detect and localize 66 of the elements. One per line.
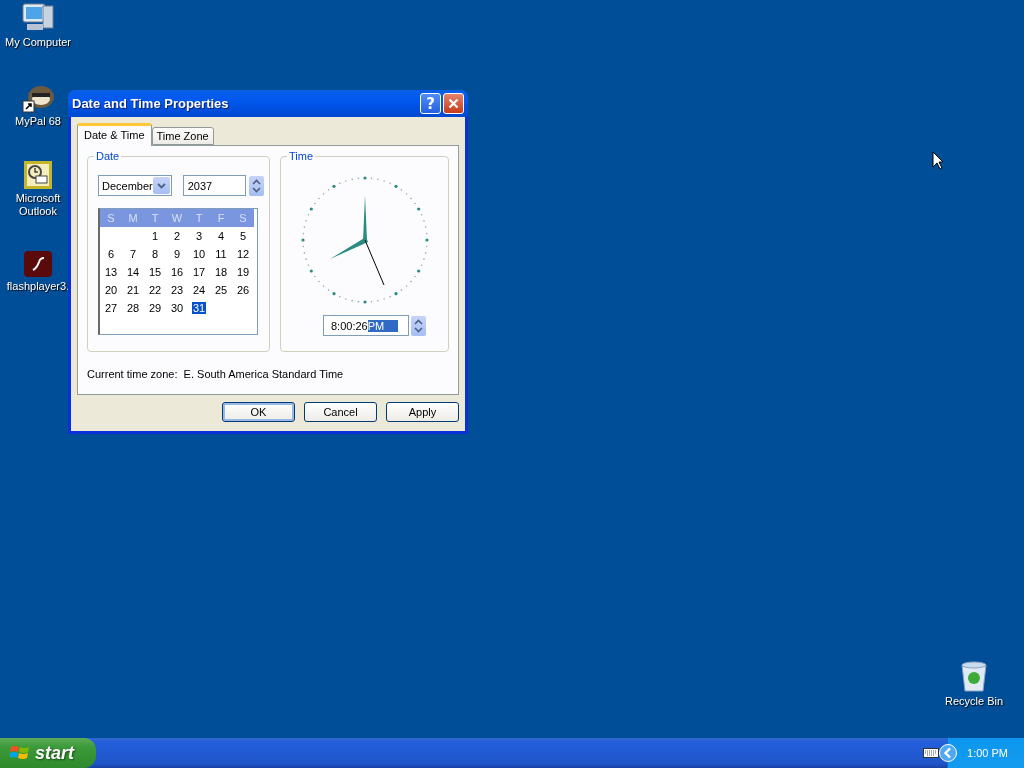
help-button[interactable]: ? <box>420 93 441 114</box>
outlook-icon <box>23 160 53 190</box>
calendar-day[interactable]: 4 <box>216 230 226 242</box>
calendar-day[interactable]: 14 <box>125 266 141 278</box>
time-zone-text: Current time zone: E. South America Standard Time <box>87 368 344 380</box>
weekday-header: W <box>166 209 188 227</box>
calendar-day[interactable]: 29 <box>147 302 163 314</box>
close-icon <box>448 98 459 109</box>
desktop-icon-label[interactable]: My Computer <box>0 36 76 49</box>
calendar-day[interactable]: 21 <box>125 284 141 296</box>
desktop-icon-label[interactable]: Recycle Bin <box>936 695 1012 708</box>
caret-icon <box>156 182 166 189</box>
spin-arrows-icon[interactable] <box>251 178 261 193</box>
calendar-day[interactable]: 16 <box>169 266 185 278</box>
year-field[interactable]: 2037 <box>182 175 246 196</box>
mouse-cursor-icon <box>932 151 944 170</box>
calendar-day[interactable]: 3 <box>194 230 204 242</box>
weekday-header: T <box>144 209 166 227</box>
calendar-day[interactable]: 9 <box>172 248 182 260</box>
weekday-header: M <box>122 209 144 227</box>
calendar-day[interactable]: 19 <box>235 266 251 278</box>
calendar-day[interactable]: 28 <box>125 302 141 314</box>
start-button[interactable]: start <box>0 738 96 768</box>
keyboard-icon[interactable] <box>923 748 940 758</box>
tab[interactable]: Date & Time <box>77 123 152 146</box>
group-title: Time <box>287 150 316 162</box>
tab[interactable]: Time Zone <box>151 127 214 145</box>
calendar-day[interactable]: 7 <box>128 248 138 260</box>
window-title: Date and Time Properties <box>72 96 230 111</box>
calendar-day[interactable]: 15 <box>147 266 163 278</box>
calendar-day[interactable]: 26 <box>235 284 251 296</box>
weekday-header: F <box>210 209 232 227</box>
calendar-day[interactable]: 30 <box>169 302 185 314</box>
weekday-header: S <box>100 209 122 227</box>
calendar-day[interactable]: 11 <box>214 248 228 260</box>
weekday-header: S <box>232 209 254 227</box>
calendar-day[interactable]: 18 <box>213 266 229 278</box>
chevron-icon[interactable] <box>939 744 958 762</box>
calendar-day[interactable]: 8 <box>150 248 160 260</box>
calendar-day[interactable]: 1 <box>150 230 160 242</box>
spin-arrows-icon[interactable] <box>414 318 423 333</box>
calendar-day[interactable]: 2 <box>172 230 182 242</box>
weekday-header: T <box>188 209 210 227</box>
calendar-day[interactable]: 25 <box>213 284 229 296</box>
calendar-day[interactable]: 10 <box>191 248 207 260</box>
calendar-day[interactable]: 23 <box>169 284 185 296</box>
dialog-button[interactable]: OK <box>222 402 295 422</box>
time-field[interactable]: 8:00:26PM <box>323 315 409 336</box>
group-title: Date <box>94 150 122 162</box>
calendar-day[interactable]: 27 <box>103 302 119 314</box>
recycle-bin-icon <box>959 661 989 693</box>
calendar-day[interactable]: 13 <box>103 266 119 278</box>
dialog-button[interactable]: Apply <box>386 402 459 422</box>
month-dropdown[interactable]: December <box>98 175 172 196</box>
calendar-day[interactable]: 12 <box>235 248 251 260</box>
windows-flag-icon <box>10 744 30 762</box>
calendar-day[interactable]: 17 <box>191 266 207 278</box>
calendar-day[interactable]: 5 <box>238 230 248 242</box>
close-button[interactable] <box>443 93 464 114</box>
calendar-day[interactable]: 24 <box>191 284 207 296</box>
flash-icon <box>23 250 53 278</box>
calendar-day[interactable]: 31 <box>191 302 207 314</box>
calendar-day[interactable]: 20 <box>103 284 119 296</box>
calendar-day[interactable]: 22 <box>147 284 163 296</box>
calendar-day[interactable]: 6 <box>106 248 116 260</box>
dialog-button[interactable]: Cancel <box>304 402 377 422</box>
